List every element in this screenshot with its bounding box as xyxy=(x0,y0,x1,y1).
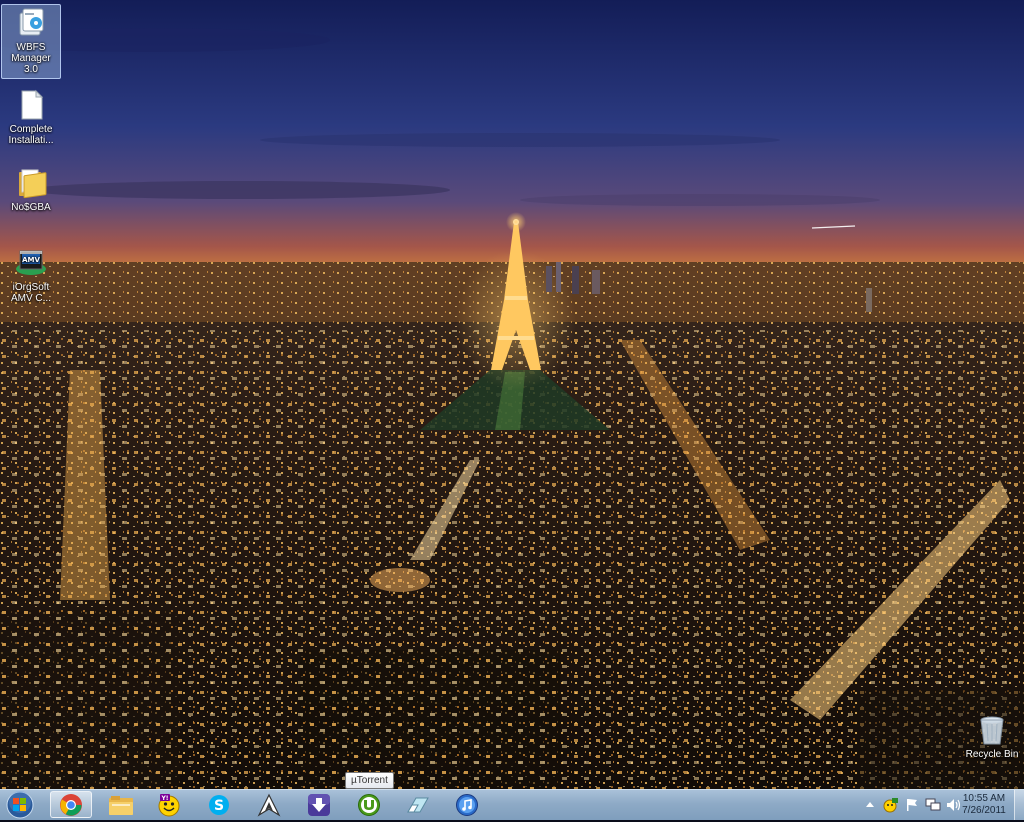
eraser-icon xyxy=(407,797,429,812)
desktop-icon-wbfs-manager[interactable]: WBFS Manager 3.0 xyxy=(1,4,61,79)
show-desktop-button[interactable] xyxy=(1014,790,1024,820)
taskbar-explorer-button[interactable] xyxy=(100,791,142,818)
chrome-icon xyxy=(60,793,82,816)
utorrent-tooltip: µTorrent xyxy=(345,772,394,789)
file-explorer-icon xyxy=(109,795,133,815)
desktop-icon-iorgsoft-amv[interactable]: AMV iOrgSoft AMV C... xyxy=(1,244,61,308)
desktop-wallpaper xyxy=(0,0,1024,789)
taskbar-skype-button[interactable]: S xyxy=(198,791,240,818)
svg-text:Y!: Y! xyxy=(160,795,168,802)
desktop-icon-label: WBFS Manager 3.0 xyxy=(11,42,51,75)
taskbar-download-manager-button[interactable] xyxy=(298,791,340,818)
action-center-flag-icon xyxy=(907,799,917,811)
folder-icon xyxy=(19,169,47,199)
arch-logo-icon xyxy=(257,793,281,817)
desktop-icon-label: iOrgSoft AMV C... xyxy=(10,282,51,304)
taskbar: Y! S 10:55 AM 7/26/2011 xyxy=(0,789,1024,820)
show-hidden-icons-button[interactable] xyxy=(862,797,878,813)
tray-smiley-button[interactable] xyxy=(883,797,899,813)
clock-date: 7/26/2011 xyxy=(962,805,1006,816)
desktop-icon-complete-installation[interactable]: Complete Installati... xyxy=(1,86,61,150)
taskbar-chrome-button[interactable] xyxy=(50,791,92,818)
taskbar-utorrent-button[interactable] xyxy=(348,791,390,818)
recycle-bin-icon xyxy=(980,716,1004,745)
yellow-smiley-tray-icon xyxy=(883,798,898,813)
desktop-icon-recycle-bin[interactable]: Recycle Bin xyxy=(962,711,1022,764)
desktop-icon-label: Recycle Bin xyxy=(965,749,1019,760)
start-button[interactable] xyxy=(4,791,36,819)
itunes-icon xyxy=(456,793,478,816)
utorrent-icon xyxy=(358,793,380,816)
clock-time: 10:55 AM xyxy=(962,793,1006,804)
action-center-button[interactable] xyxy=(904,797,920,813)
amv-converter-icon: AMV xyxy=(16,250,46,275)
system-tray xyxy=(862,796,962,814)
taskbar-clock[interactable]: 10:55 AM 7/26/2011 xyxy=(954,793,1014,817)
network-icon xyxy=(925,798,941,811)
desktop-icon-label: Complete Installati... xyxy=(8,124,54,146)
paris-night-wallpaper xyxy=(0,0,1024,789)
wbfs-manager-icon xyxy=(19,8,44,36)
taskbar-eraser-button[interactable] xyxy=(396,791,438,818)
taskbar-itunes-button[interactable] xyxy=(446,791,488,818)
svg-text:AMV: AMV xyxy=(22,256,40,264)
document-icon xyxy=(21,89,44,120)
skype-icon: S xyxy=(209,794,229,815)
yahoo-messenger-icon: Y! xyxy=(158,793,180,816)
taskbar-yahoo-messenger-button[interactable]: Y! xyxy=(148,791,190,818)
taskbar-arch-button[interactable] xyxy=(248,791,290,818)
desktop-icon-label: No$GBA xyxy=(11,202,51,213)
network-button[interactable] xyxy=(925,797,941,813)
download-arrow-icon xyxy=(308,793,330,816)
show-hidden-icons-arrow xyxy=(866,802,874,807)
svg-text:S: S xyxy=(214,798,224,814)
desktop-icon-nosgba[interactable]: No$GBA xyxy=(1,164,61,217)
windows-start-icon xyxy=(6,791,34,819)
